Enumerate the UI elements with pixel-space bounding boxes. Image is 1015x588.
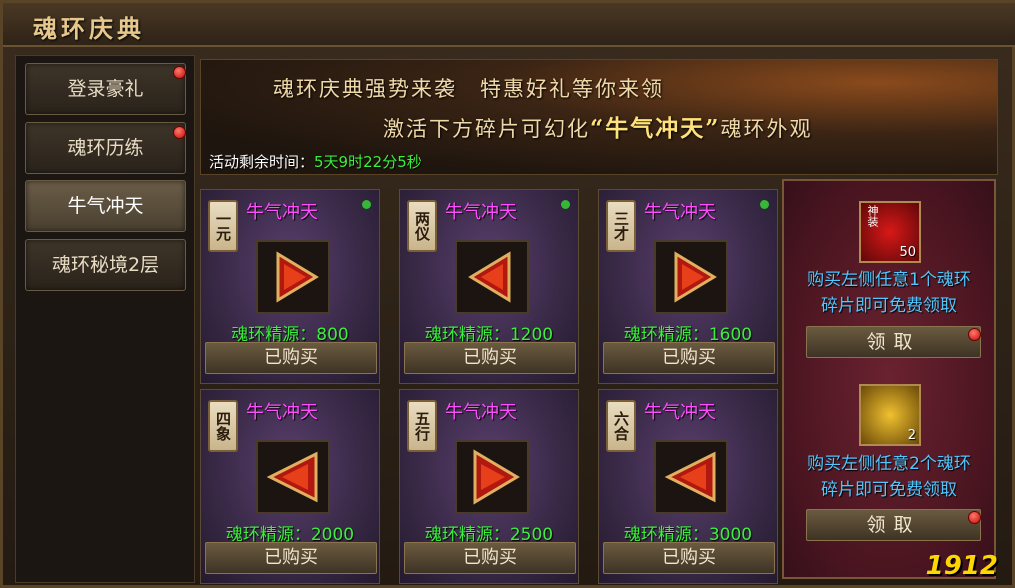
reward-desc-line: 碎片即可免费领取 bbox=[821, 480, 957, 500]
ring-fragment-icon[interactable] bbox=[256, 240, 330, 314]
banner-highlight: “牛气冲天” bbox=[590, 115, 721, 142]
reward-count: 50 bbox=[899, 245, 916, 260]
banner-subline: 激活下方碎片可幻化“牛气冲天”魂环外观 bbox=[383, 109, 812, 143]
title-bar: 魂环庆典 bbox=[3, 3, 1015, 47]
countdown-timer: 活动剩余时间：5天9时22分5秒 bbox=[209, 151, 422, 172]
notification-badge bbox=[968, 511, 981, 524]
claim-button[interactable]: 领取 bbox=[806, 326, 981, 358]
icon-label: 神装 bbox=[866, 205, 879, 227]
ring-fragment-icon[interactable] bbox=[654, 440, 728, 514]
item-card: 三才 牛气冲天 魂环精源：1600 已购买 bbox=[598, 189, 778, 384]
banner-subline-suffix: 魂环外观 bbox=[720, 117, 813, 141]
sidebar-item-secret-realm[interactable]: 魂环秘境2层 bbox=[25, 239, 186, 291]
sidebar-item-label: 魂环历练 bbox=[67, 137, 144, 159]
item-name: 牛气冲天 bbox=[246, 402, 318, 423]
reward-count: 2 bbox=[907, 428, 916, 443]
reward-desc-line: 购买左侧任意2个魂环 bbox=[807, 454, 971, 474]
item-tag: 五行 bbox=[407, 400, 437, 452]
purchased-button[interactable]: 已购买 bbox=[205, 542, 377, 574]
reward-desc-line: 购买左侧任意1个魂环 bbox=[807, 270, 971, 290]
status-dot bbox=[561, 200, 570, 209]
status-dot bbox=[362, 200, 371, 209]
sidebar-item-label: 魂环秘境2层 bbox=[51, 254, 160, 276]
timer-value: 5天9时22分5秒 bbox=[314, 153, 422, 171]
notification-badge bbox=[173, 126, 186, 139]
purchased-button[interactable]: 已购买 bbox=[603, 542, 775, 574]
item-name: 牛气冲天 bbox=[246, 202, 318, 223]
item-tag: 四象 bbox=[208, 400, 238, 452]
reward-desc-line: 碎片即可免费领取 bbox=[821, 296, 957, 316]
item-card: 四象 牛气冲天 魂环精源：2000 已购买 bbox=[200, 389, 380, 584]
event-window: 魂环庆典 登录豪礼 魂环历练 牛气冲天 魂环秘境2层 魂环庆典强势来袭 特惠好礼… bbox=[0, 0, 1015, 588]
item-tag: 三才 bbox=[606, 200, 636, 252]
timer-label: 活动剩余时间： bbox=[209, 153, 315, 171]
claim-button[interactable]: 领取 bbox=[806, 509, 981, 541]
notification-badge bbox=[173, 66, 186, 79]
notification-badge bbox=[968, 328, 981, 341]
item-card: 一元 牛气冲天 魂环精源：800 已购买 bbox=[200, 189, 380, 384]
ring-fragment-icon[interactable] bbox=[654, 240, 728, 314]
item-name: 牛气冲天 bbox=[445, 402, 517, 423]
purchased-button[interactable]: 已购买 bbox=[205, 342, 377, 374]
purchased-button[interactable]: 已购买 bbox=[404, 542, 576, 574]
gold-crystal-icon[interactable]: 2 bbox=[859, 384, 921, 446]
item-card: 六合 牛气冲天 魂环精源：3000 已购买 bbox=[598, 389, 778, 584]
purchased-button[interactable]: 已购买 bbox=[603, 342, 775, 374]
red-ring-fragment-icon[interactable]: 神装 50 bbox=[859, 201, 921, 263]
ring-fragment-icon[interactable] bbox=[256, 440, 330, 514]
sidebar-item-bull-rising[interactable]: 牛气冲天 bbox=[25, 180, 186, 232]
sidebar-item-label: 登录豪礼 bbox=[67, 78, 144, 100]
item-tag: 一元 bbox=[208, 200, 238, 252]
item-tag: 六合 bbox=[606, 400, 636, 452]
window-title: 魂环庆典 bbox=[33, 14, 145, 43]
ring-fragment-icon[interactable] bbox=[455, 240, 529, 314]
site-logo: 1912 bbox=[925, 551, 998, 581]
banner-subline-prefix: 激活下方碎片可幻化 bbox=[383, 117, 590, 141]
sidebar-item-login-gift[interactable]: 登录豪礼 bbox=[25, 63, 186, 115]
item-name: 牛气冲天 bbox=[644, 202, 716, 223]
item-tag: 两仪 bbox=[407, 200, 437, 252]
item-card: 两仪 牛气冲天 魂环精源：1200 已购买 bbox=[399, 189, 579, 384]
reward-panel: 神装 50 购买左侧任意1个魂环 碎片即可免费领取 领取 2 购买左侧任意2个魂… bbox=[782, 179, 996, 579]
ring-fragment-icon[interactable] bbox=[455, 440, 529, 514]
item-name: 牛气冲天 bbox=[445, 202, 517, 223]
sidebar-item-ring-training[interactable]: 魂环历练 bbox=[25, 122, 186, 174]
item-card: 五行 牛气冲天 魂环精源：2500 已购买 bbox=[399, 389, 579, 584]
purchased-button[interactable]: 已购买 bbox=[404, 342, 576, 374]
reward-description: 购买左侧任意1个魂环 碎片即可免费领取 bbox=[784, 267, 994, 319]
status-dot bbox=[760, 200, 769, 209]
banner-headline: 魂环庆典强势来袭 特惠好礼等你来领 bbox=[273, 77, 664, 101]
sidebar-item-label: 牛气冲天 bbox=[67, 195, 144, 217]
sidebar: 登录豪礼 魂环历练 牛气冲天 魂环秘境2层 bbox=[15, 55, 195, 583]
reward-description: 购买左侧任意2个魂环 碎片即可免费领取 bbox=[784, 451, 994, 503]
item-name: 牛气冲天 bbox=[644, 402, 716, 423]
